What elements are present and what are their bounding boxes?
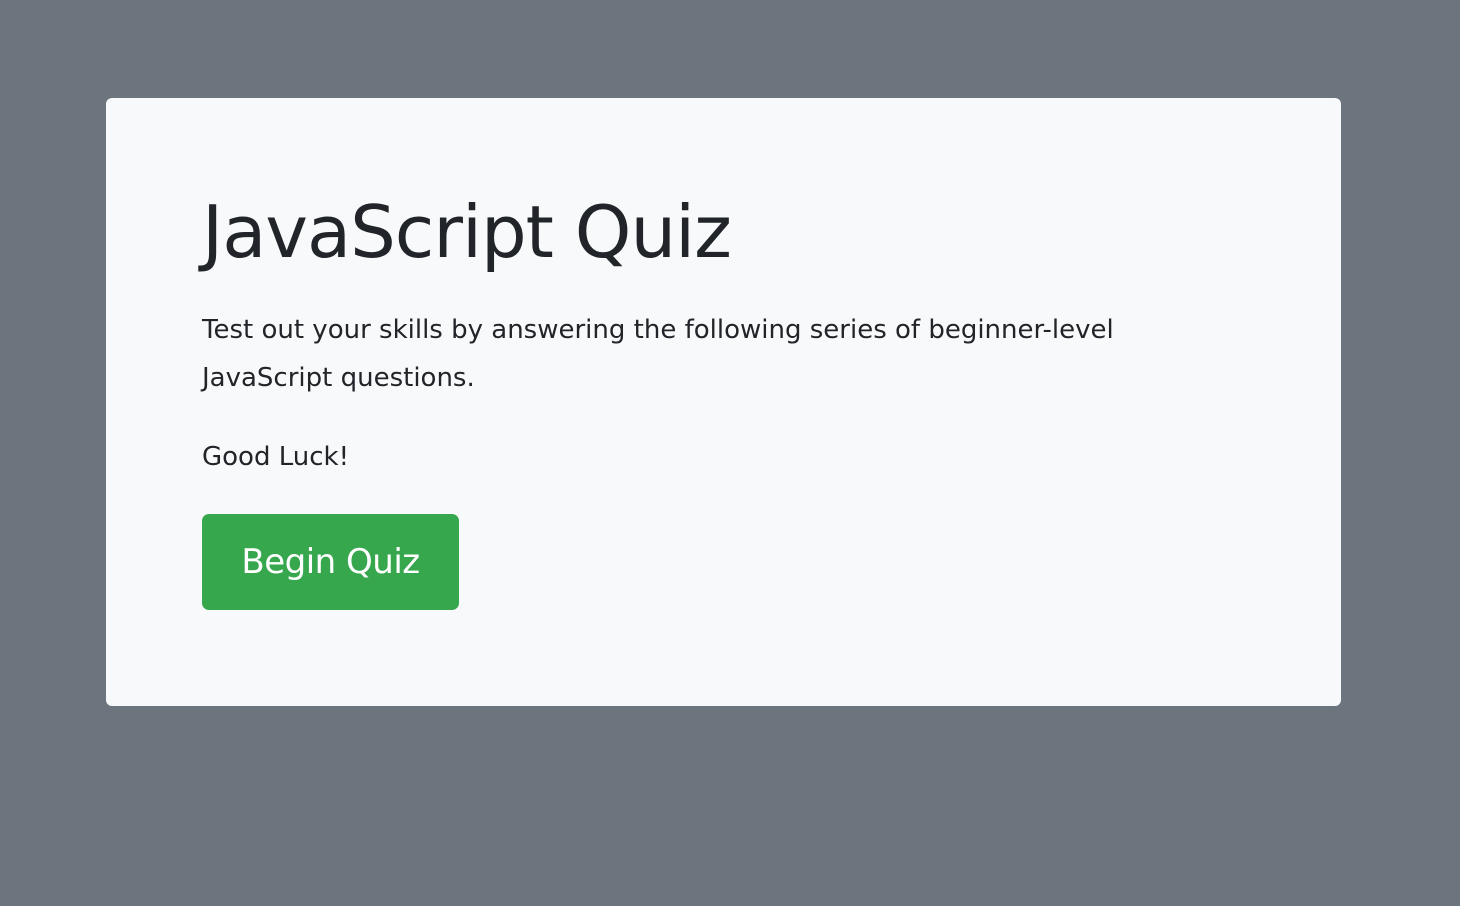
good-luck-text: Good Luck! [202, 442, 350, 472]
quiz-description: Test out your skills by answering the fo… [202, 315, 1114, 393]
quiz-title: JavaScript Quiz [202, 190, 732, 274]
quiz-intro-card: JavaScript Quiz Test out your skills by … [106, 98, 1341, 706]
quiz-page: JavaScript Quiz Test out your skills by … [0, 0, 1460, 906]
begin-quiz-button[interactable]: Begin Quiz [202, 514, 459, 610]
